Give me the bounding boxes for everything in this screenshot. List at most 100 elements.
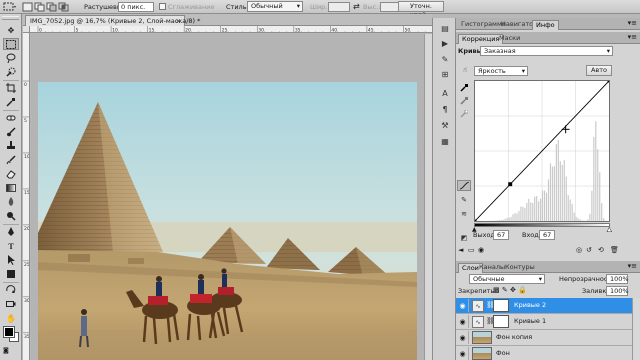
lasso-tool-icon[interactable] [3,52,19,64]
smooth-curve-icon[interactable]: ≋ [457,208,471,219]
pencil-draw-icon[interactable]: ✎ [457,194,471,205]
move-tool-icon[interactable]: ✥ [3,24,19,36]
panel-menu-icon[interactable]: ▾≡ [628,19,637,27]
channel-select[interactable]: Яркость ▾ [474,66,528,76]
layer-row-background-copy[interactable]: ◉ Фон копия [456,330,632,346]
document-image-pyramids[interactable] [38,82,417,360]
document-tab[interactable]: IMG_7052.jpg @ 16,7% (Кривые 2, Слой-мас… [25,15,200,26]
foreground-color-swatch[interactable] [3,326,15,338]
lock-position-icon[interactable]: ✥ [510,286,516,294]
gray-point-eyedropper-icon[interactable] [457,95,471,106]
curves-preset-select[interactable]: Заказная ▾ [480,46,613,56]
clip-to-layer-icon[interactable]: ◉ [478,246,484,254]
output-input[interactable]: 67 [493,230,509,240]
eyedropper-tool-icon[interactable] [3,96,19,108]
curve-point-tool-icon[interactable] [457,180,471,191]
paragraph-panel-icon[interactable]: ¶ [438,104,452,115]
eye-icon[interactable]: ◉ [457,331,469,344]
swatches-panel-icon[interactable]: ▦ [438,136,452,147]
intersect-selection-icon[interactable] [58,2,69,12]
brushes-panel-icon[interactable]: ✎ [438,54,452,65]
vertical-ruler[interactable]: 0 5 10 15 20 25 30 35 [23,33,30,360]
3d-camera-tool-icon[interactable] [3,298,19,310]
document-canvas-area[interactable] [31,34,432,360]
gradient-tool-icon[interactable] [3,182,19,194]
document-vertical-scrollbar[interactable] [424,34,432,360]
antialias-check-box[interactable] [159,3,166,10]
lock-pixels-icon[interactable]: ✎ [502,286,508,294]
clone-source-panel-icon[interactable]: ⊞ [438,69,452,80]
crop-tool-icon[interactable] [3,82,19,94]
eraser-tool-icon[interactable] [3,168,19,180]
tab-masks[interactable]: Маски [496,34,523,44]
type-tool-icon[interactable]: T [3,240,19,252]
tool-preset-picker[interactable] [3,2,17,12]
refine-edge-button[interactable]: Уточн. край... [398,1,444,19]
add-selection-icon[interactable] [34,2,45,12]
toolbox-grip[interactable] [2,16,19,20]
on-image-adjust-icon[interactable]: ☝ [458,64,472,75]
new-selection-icon[interactable] [22,2,33,12]
layer-row-background[interactable]: ◉ Фон [456,346,632,360]
panel-menu-icon[interactable]: ▾≡ [628,33,637,41]
eye-icon[interactable]: ◉ [457,299,469,312]
curves-graph[interactable] [474,80,610,222]
toggle-visibility-icon[interactable]: ◎ [576,246,582,254]
swap-dimensions-icon[interactable]: ⇄ [353,2,360,12]
curves-endpoint[interactable] [474,219,477,222]
shape-tool-icon[interactable] [3,268,19,280]
curves-endpoint[interactable] [607,80,610,83]
eye-icon[interactable]: ◉ [457,315,469,328]
tool-presets-panel-icon[interactable]: ⚒ [438,120,452,131]
tab-paths[interactable]: Контуры [502,263,538,273]
white-point-eyedropper-icon[interactable] [457,108,471,119]
delete-adjustment-icon[interactable]: 🗑 [610,246,619,254]
white-point-slider-icon[interactable]: ▲ [607,226,612,234]
layer-row-curves-1[interactable]: ◉ ∿ ⛓ Кривые 1 [456,314,632,330]
path-select-tool-icon[interactable] [3,254,19,266]
fill-input[interactable]: 100% [606,286,629,296]
style-select[interactable]: Обычный ▾ [247,1,303,12]
black-point-eyedropper-icon[interactable] [457,82,471,93]
brush-tool-icon[interactable] [3,126,19,138]
3d-rotate-tool-icon[interactable] [3,284,19,296]
history-panel-icon[interactable]: ▤ [438,23,452,34]
hand-tool-icon[interactable]: ✋ [3,312,19,324]
eye-icon[interactable]: ◉ [457,347,469,360]
subtract-selection-icon[interactable] [46,2,57,12]
layer-mask-thumbnail[interactable] [493,315,509,328]
tab-info[interactable]: Инфо [532,20,559,30]
layer-row-curves-2[interactable]: ◉ ∿ ⛓ Кривые 2 [456,298,632,314]
clipping-icon[interactable]: ◩ [457,232,471,243]
history-brush-tool-icon[interactable] [3,154,19,166]
blur-tool-icon[interactable] [3,196,19,208]
marquee-tool-icon[interactable] [3,38,19,50]
feather-input[interactable]: 0 пикс. [118,2,154,12]
close-icon[interactable]: × [176,16,181,26]
healing-brush-tool-icon[interactable] [3,112,19,124]
actions-panel-icon[interactable]: ▶ [438,38,452,49]
clone-stamp-tool-icon[interactable] [3,140,19,152]
auto-button[interactable]: Авто [586,65,612,76]
dodge-tool-icon[interactable] [3,210,19,222]
lock-all-icon[interactable]: 🔒 [518,286,527,294]
antialias-checkbox[interactable]: Сглаживание [159,2,214,12]
layer-mask-thumbnail[interactable] [493,299,509,312]
ruler-origin[interactable] [23,26,30,33]
character-panel-icon[interactable]: A [438,88,452,99]
lock-transparency-icon[interactable]: ▩ [493,286,500,294]
view-previous-icon[interactable]: ↺ [586,246,592,254]
blend-mode-select[interactable]: Обычные ▾ [469,274,545,284]
expand-view-icon[interactable]: ▭ [468,246,475,254]
quick-select-tool-icon[interactable] [3,66,19,78]
curves-control-point-handle[interactable] [508,182,513,187]
horizontal-ruler[interactable]: 0 5 10 15 20 25 30 35 40 45 50 [30,26,432,33]
opacity-input[interactable]: 100% [606,274,629,284]
return-to-list-icon[interactable]: ◄ [458,246,463,254]
panel-menu-icon[interactable]: ▾≡ [628,262,637,270]
width-input[interactable] [328,2,350,12]
pen-tool-icon[interactable] [3,226,19,238]
quick-mask-icon[interactable]: ◙ [3,347,9,354]
input-input[interactable]: 67 [539,230,555,240]
reset-icon[interactable]: ⟲ [598,246,604,254]
